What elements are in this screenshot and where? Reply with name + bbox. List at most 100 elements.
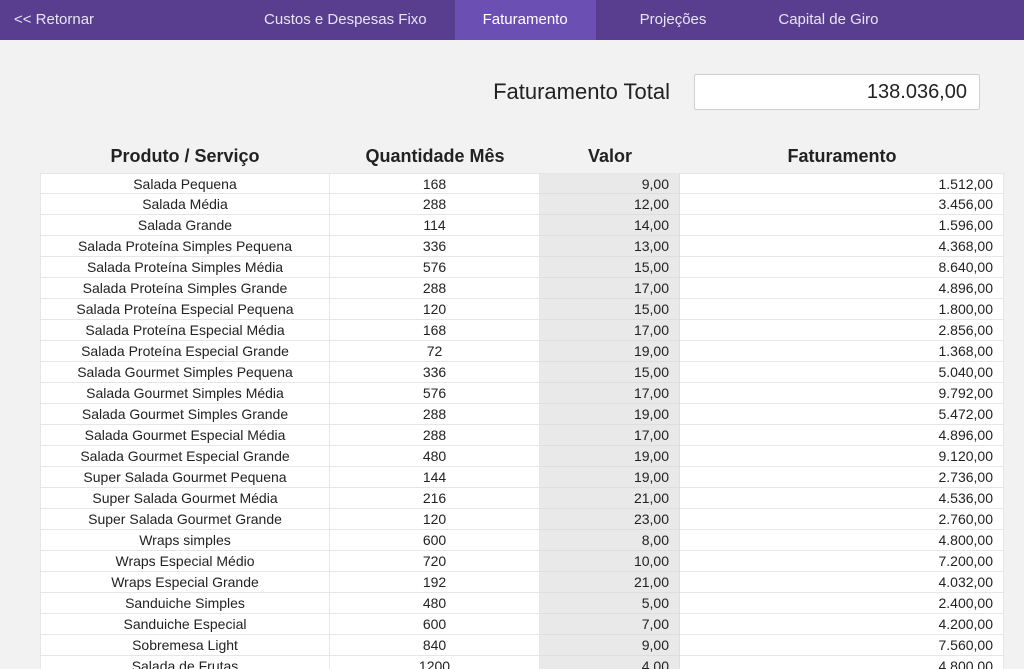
- cell-produto: Sanduiche Simples: [40, 593, 330, 614]
- table-row: Salada de Frutas12004,004.800,00: [40, 656, 1004, 669]
- table-row: Salada Gourmet Simples Média57617,009.79…: [40, 383, 1004, 404]
- cell-qtd: 1200: [330, 656, 540, 669]
- cell-valor: 21,00: [540, 488, 680, 509]
- cell-valor: 19,00: [540, 467, 680, 488]
- table-row: Salada Proteína Simples Pequena33613,004…: [40, 236, 1004, 257]
- cell-valor: 12,00: [540, 194, 680, 215]
- cell-faturamento: 1.596,00: [680, 215, 1004, 236]
- cell-valor: 21,00: [540, 572, 680, 593]
- table-row: Sanduiche Simples4805,002.400,00: [40, 593, 1004, 614]
- cell-faturamento: 2.856,00: [680, 320, 1004, 341]
- cell-qtd: 480: [330, 593, 540, 614]
- cell-valor: 4,00: [540, 656, 680, 669]
- cell-qtd: 120: [330, 299, 540, 320]
- total-value[interactable]: 138.036,00: [694, 74, 980, 110]
- cell-faturamento: 2.736,00: [680, 467, 1004, 488]
- faturamento-table: Produto / Serviço Quantidade Mês Valor F…: [40, 146, 1004, 669]
- cell-produto: Salada Proteína Simples Média: [40, 257, 330, 278]
- header-valor: Valor: [540, 146, 680, 167]
- cell-valor: 19,00: [540, 446, 680, 467]
- cell-valor: 9,00: [540, 635, 680, 656]
- header-produto: Produto / Serviço: [40, 146, 330, 167]
- table-row: Salada Gourmet Simples Grande28819,005.4…: [40, 404, 1004, 425]
- cell-faturamento: 4.800,00: [680, 530, 1004, 551]
- cell-qtd: 840: [330, 635, 540, 656]
- cell-faturamento: 7.200,00: [680, 551, 1004, 572]
- table-row: Salada Proteína Simples Grande28817,004.…: [40, 278, 1004, 299]
- total-label: Faturamento Total: [493, 79, 670, 105]
- cell-qtd: 168: [330, 173, 540, 194]
- cell-produto: Sobremesa Light: [40, 635, 330, 656]
- tab-faturamento[interactable]: Faturamento: [455, 0, 596, 40]
- cell-produto: Super Salada Gourmet Grande: [40, 509, 330, 530]
- cell-valor: 14,00: [540, 215, 680, 236]
- cell-qtd: 288: [330, 404, 540, 425]
- cell-qtd: 600: [330, 614, 540, 635]
- header-qtd: Quantidade Mês: [330, 146, 540, 167]
- cell-qtd: 192: [330, 572, 540, 593]
- cell-faturamento: 7.560,00: [680, 635, 1004, 656]
- cell-qtd: 480: [330, 446, 540, 467]
- cell-faturamento: 5.040,00: [680, 362, 1004, 383]
- table-row: Super Salada Gourmet Grande12023,002.760…: [40, 509, 1004, 530]
- cell-produto: Wraps simples: [40, 530, 330, 551]
- table-row: Salada Gourmet Especial Grande48019,009.…: [40, 446, 1004, 467]
- cell-valor: 9,00: [540, 173, 680, 194]
- cell-produto: Salada Gourmet Especial Grande: [40, 446, 330, 467]
- cell-qtd: 72: [330, 341, 540, 362]
- cell-produto: Salada Proteína Simples Grande: [40, 278, 330, 299]
- cell-faturamento: 4.896,00: [680, 425, 1004, 446]
- cell-valor: 15,00: [540, 299, 680, 320]
- cell-qtd: 336: [330, 236, 540, 257]
- cell-faturamento: 4.800,00: [680, 656, 1004, 669]
- cell-qtd: 600: [330, 530, 540, 551]
- cell-produto: Salada Grande: [40, 215, 330, 236]
- cell-valor: 19,00: [540, 341, 680, 362]
- cell-faturamento: 9.120,00: [680, 446, 1004, 467]
- table-row: Salada Média28812,003.456,00: [40, 194, 1004, 215]
- cell-faturamento: 2.760,00: [680, 509, 1004, 530]
- cell-qtd: 576: [330, 257, 540, 278]
- cell-qtd: 288: [330, 194, 540, 215]
- table-row: Salada Proteína Especial Grande7219,001.…: [40, 341, 1004, 362]
- cell-qtd: 114: [330, 215, 540, 236]
- cell-qtd: 144: [330, 467, 540, 488]
- cell-valor: 15,00: [540, 257, 680, 278]
- cell-faturamento: 8.640,00: [680, 257, 1004, 278]
- cell-qtd: 720: [330, 551, 540, 572]
- cell-valor: 17,00: [540, 320, 680, 341]
- cell-qtd: 576: [330, 383, 540, 404]
- tab-custos[interactable]: Custos e Despesas Fixo: [236, 0, 455, 40]
- tab-bar: << Retornar Custos e Despesas Fixo Fatur…: [0, 0, 1024, 40]
- cell-valor: 19,00: [540, 404, 680, 425]
- cell-qtd: 216: [330, 488, 540, 509]
- cell-produto: Super Salada Gourmet Pequena: [40, 467, 330, 488]
- cell-valor: 10,00: [540, 551, 680, 572]
- cell-faturamento: 2.400,00: [680, 593, 1004, 614]
- table-row: Salada Grande11414,001.596,00: [40, 215, 1004, 236]
- cell-produto: Salada de Frutas: [40, 656, 330, 669]
- cell-qtd: 288: [330, 278, 540, 299]
- cell-valor: 5,00: [540, 593, 680, 614]
- tab-return[interactable]: << Retornar: [0, 0, 116, 40]
- table-row: Wraps Especial Grande19221,004.032,00: [40, 572, 1004, 593]
- table-row: Sobremesa Light8409,007.560,00: [40, 635, 1004, 656]
- cell-valor: 17,00: [540, 278, 680, 299]
- table-row: Salada Proteína Especial Média16817,002.…: [40, 320, 1004, 341]
- tab-capital[interactable]: Capital de Giro: [750, 0, 906, 40]
- cell-valor: 13,00: [540, 236, 680, 257]
- table-row: Sanduiche Especial6007,004.200,00: [40, 614, 1004, 635]
- table-row: Wraps simples6008,004.800,00: [40, 530, 1004, 551]
- tab-projecoes[interactable]: Projeções: [596, 0, 751, 40]
- cell-produto: Salada Pequena: [40, 173, 330, 194]
- cell-faturamento: 9.792,00: [680, 383, 1004, 404]
- cell-produto: Salada Gourmet Simples Pequena: [40, 362, 330, 383]
- table-row: Salada Gourmet Simples Pequena33615,005.…: [40, 362, 1004, 383]
- cell-valor: 23,00: [540, 509, 680, 530]
- cell-produto: Salada Gourmet Especial Média: [40, 425, 330, 446]
- table-row: Salada Gourmet Especial Média28817,004.8…: [40, 425, 1004, 446]
- cell-qtd: 336: [330, 362, 540, 383]
- cell-faturamento: 4.032,00: [680, 572, 1004, 593]
- cell-produto: Salada Gourmet Simples Média: [40, 383, 330, 404]
- cell-faturamento: 5.472,00: [680, 404, 1004, 425]
